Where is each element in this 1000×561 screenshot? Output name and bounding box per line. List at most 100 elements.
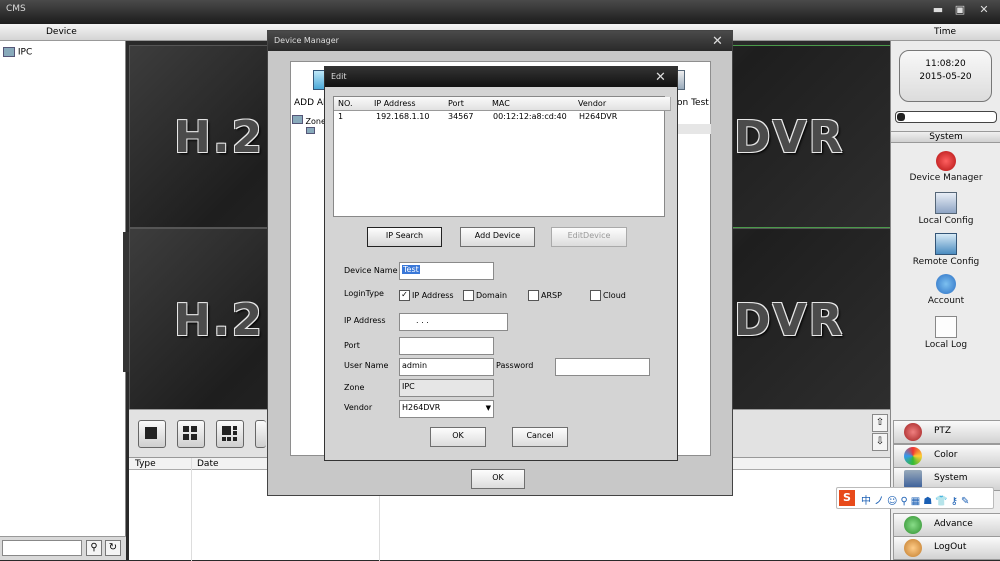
login-type-label: LoginType xyxy=(344,289,384,298)
col-port[interactable]: Port xyxy=(444,97,493,111)
login-cloud-label: Cloud xyxy=(603,291,626,300)
logout-button[interactable]: LogOut xyxy=(893,536,1000,560)
login-cloud-checkbox[interactable] xyxy=(590,290,601,301)
color-icon xyxy=(904,447,922,465)
ime-toolbar: S 中ノ☺⚲▦☗👕⚷✎ xyxy=(836,487,994,509)
edit-ok-button[interactable]: OK xyxy=(430,427,486,447)
vendor-select-value: H264DVR xyxy=(402,403,441,412)
login-domain-checkbox[interactable] xyxy=(463,290,474,301)
ime-skin-icon[interactable]: ☗ xyxy=(923,496,935,507)
local-log-item[interactable]: Local Log xyxy=(891,316,1000,350)
close-icon[interactable]: ✕ xyxy=(712,35,723,48)
video-watermark: H.2 xyxy=(174,112,265,163)
device-manager-item[interactable]: Device Manager xyxy=(891,151,1000,183)
device-name-field[interactable]: Test xyxy=(399,262,494,280)
split-more-button[interactable] xyxy=(255,420,266,448)
ime-shirt-icon[interactable]: 👕 xyxy=(935,496,950,507)
split-1-button[interactable] xyxy=(138,420,166,448)
account-item[interactable]: Account xyxy=(891,274,1000,306)
cell-mac: 00:12:12:a8:cd:40 xyxy=(493,112,567,121)
advance-button[interactable]: Advance xyxy=(893,513,1000,537)
ime-tools[interactable]: 中ノ☺⚲▦☗👕⚷✎ xyxy=(861,492,972,507)
ime-logo-icon[interactable]: S xyxy=(839,490,855,506)
arrow-up-icon[interactable]: ⇧ xyxy=(872,414,888,432)
arrow-down-icon[interactable]: ⇩ xyxy=(872,433,888,451)
device-name-label: Device Name xyxy=(344,266,398,275)
video-watermark: DVR xyxy=(734,112,845,163)
device-tree-panel: IPC xyxy=(0,41,126,536)
tree-item-ipc[interactable]: IPC xyxy=(3,47,32,58)
ime-punct-icon[interactable]: ノ xyxy=(874,496,887,507)
chevron-down-icon[interactable]: ▼ xyxy=(486,401,491,415)
split-6-button[interactable] xyxy=(216,420,244,448)
color-label: Color xyxy=(934,450,958,460)
clock-display: 11:08:20 2015-05-20 xyxy=(899,50,992,102)
device-manager-title: Device Manager xyxy=(274,36,339,45)
remote-config-icon xyxy=(935,233,957,255)
port-field[interactable] xyxy=(399,337,494,355)
table-row[interactable]: 1 192.168.1.10 34567 00:12:12:a8:cd:40 H… xyxy=(334,110,664,122)
device-header-label: Device xyxy=(46,27,77,37)
ime-tool-icon[interactable]: ✎ xyxy=(961,496,972,507)
ip-address-label: IP Address xyxy=(344,316,386,325)
login-domain-label: Domain xyxy=(476,291,508,300)
ime-emoji-icon[interactable]: ☺ xyxy=(887,496,900,507)
tree-item-zone[interactable]: Zone xyxy=(292,115,326,126)
system-icon xyxy=(904,470,922,488)
remote-config-item[interactable]: Remote Config xyxy=(891,233,1000,267)
password-field[interactable] xyxy=(555,358,650,376)
camera-group-icon xyxy=(3,47,15,57)
device-name-value: Test xyxy=(402,265,420,274)
camera-icon[interactable] xyxy=(306,127,315,134)
maximize-icon[interactable]: ▣ xyxy=(952,3,968,17)
ptz-label: PTZ xyxy=(934,426,952,436)
ime-voice-icon[interactable]: ⚲ xyxy=(900,496,910,507)
login-arsp-checkbox[interactable] xyxy=(528,290,539,301)
video-watermark: H.2 xyxy=(174,295,265,346)
edit-title: Edit xyxy=(331,72,347,81)
camera-group-icon xyxy=(292,115,303,124)
col-no[interactable]: NO. xyxy=(334,97,375,111)
ime-keyboard-icon[interactable]: ▦ xyxy=(911,496,923,507)
ime-chinese-icon[interactable]: 中 xyxy=(861,496,874,507)
user-name-field[interactable]: admin xyxy=(399,358,494,376)
time-header-label: Time xyxy=(934,27,957,37)
ip-search-button[interactable]: IP Search xyxy=(367,227,442,247)
vendor-select[interactable]: H264DVR ▼ xyxy=(399,400,494,418)
add-device-button[interactable]: Add Device xyxy=(460,227,535,247)
connection-test-label[interactable]: on Test xyxy=(677,98,709,108)
ptz-button[interactable]: PTZ xyxy=(893,420,1000,444)
cell-vendor: H264DVR xyxy=(579,112,618,121)
zone-label: Zone xyxy=(344,383,365,392)
window-title: CMS xyxy=(6,4,26,14)
split-4-button[interactable] xyxy=(177,420,205,448)
search-icon[interactable]: ⚲ xyxy=(86,540,102,556)
minimize-icon[interactable]: ▬ xyxy=(930,3,946,17)
refresh-icon[interactable]: ↻ xyxy=(105,540,121,556)
ptz-icon xyxy=(904,423,922,441)
ime-settings-icon[interactable]: ⚷ xyxy=(951,496,961,507)
local-config-item[interactable]: Local Config xyxy=(891,192,1000,226)
clock-date: 2015-05-20 xyxy=(919,72,972,82)
col-ip-address[interactable]: IP Address xyxy=(370,97,449,111)
tree-search-bar: ⚲ ↻ xyxy=(0,536,126,560)
close-icon[interactable]: ✕ xyxy=(655,71,666,84)
edit-device-button[interactable]: EditDevice xyxy=(551,227,627,247)
device-manager-icon xyxy=(936,151,956,171)
login-ip-checkbox[interactable]: ✓ xyxy=(399,290,410,301)
ip-address-field[interactable]: . . . xyxy=(399,313,508,331)
tree-search-input[interactable] xyxy=(2,540,82,556)
device-list: NO. IP Address Port MAC Vendor 1 192.168… xyxy=(333,96,671,217)
device-header: Device xyxy=(0,24,126,41)
color-button[interactable]: Color xyxy=(893,444,1000,468)
list-highlight xyxy=(677,124,711,134)
close-icon[interactable]: ✕ xyxy=(976,3,992,17)
col-mac[interactable]: MAC xyxy=(488,97,579,111)
progress-bar xyxy=(895,111,997,123)
right-panel: 11:08:20 2015-05-20 System Device Manage… xyxy=(890,41,1000,560)
device-manager-ok-button[interactable]: OK xyxy=(471,469,525,489)
login-ip-label: IP Address xyxy=(412,291,454,300)
device-manager-titlebar: Device Manager ✕ xyxy=(268,31,732,51)
col-vendor[interactable]: Vendor xyxy=(574,97,653,111)
edit-cancel-button[interactable]: Cancel xyxy=(512,427,568,447)
